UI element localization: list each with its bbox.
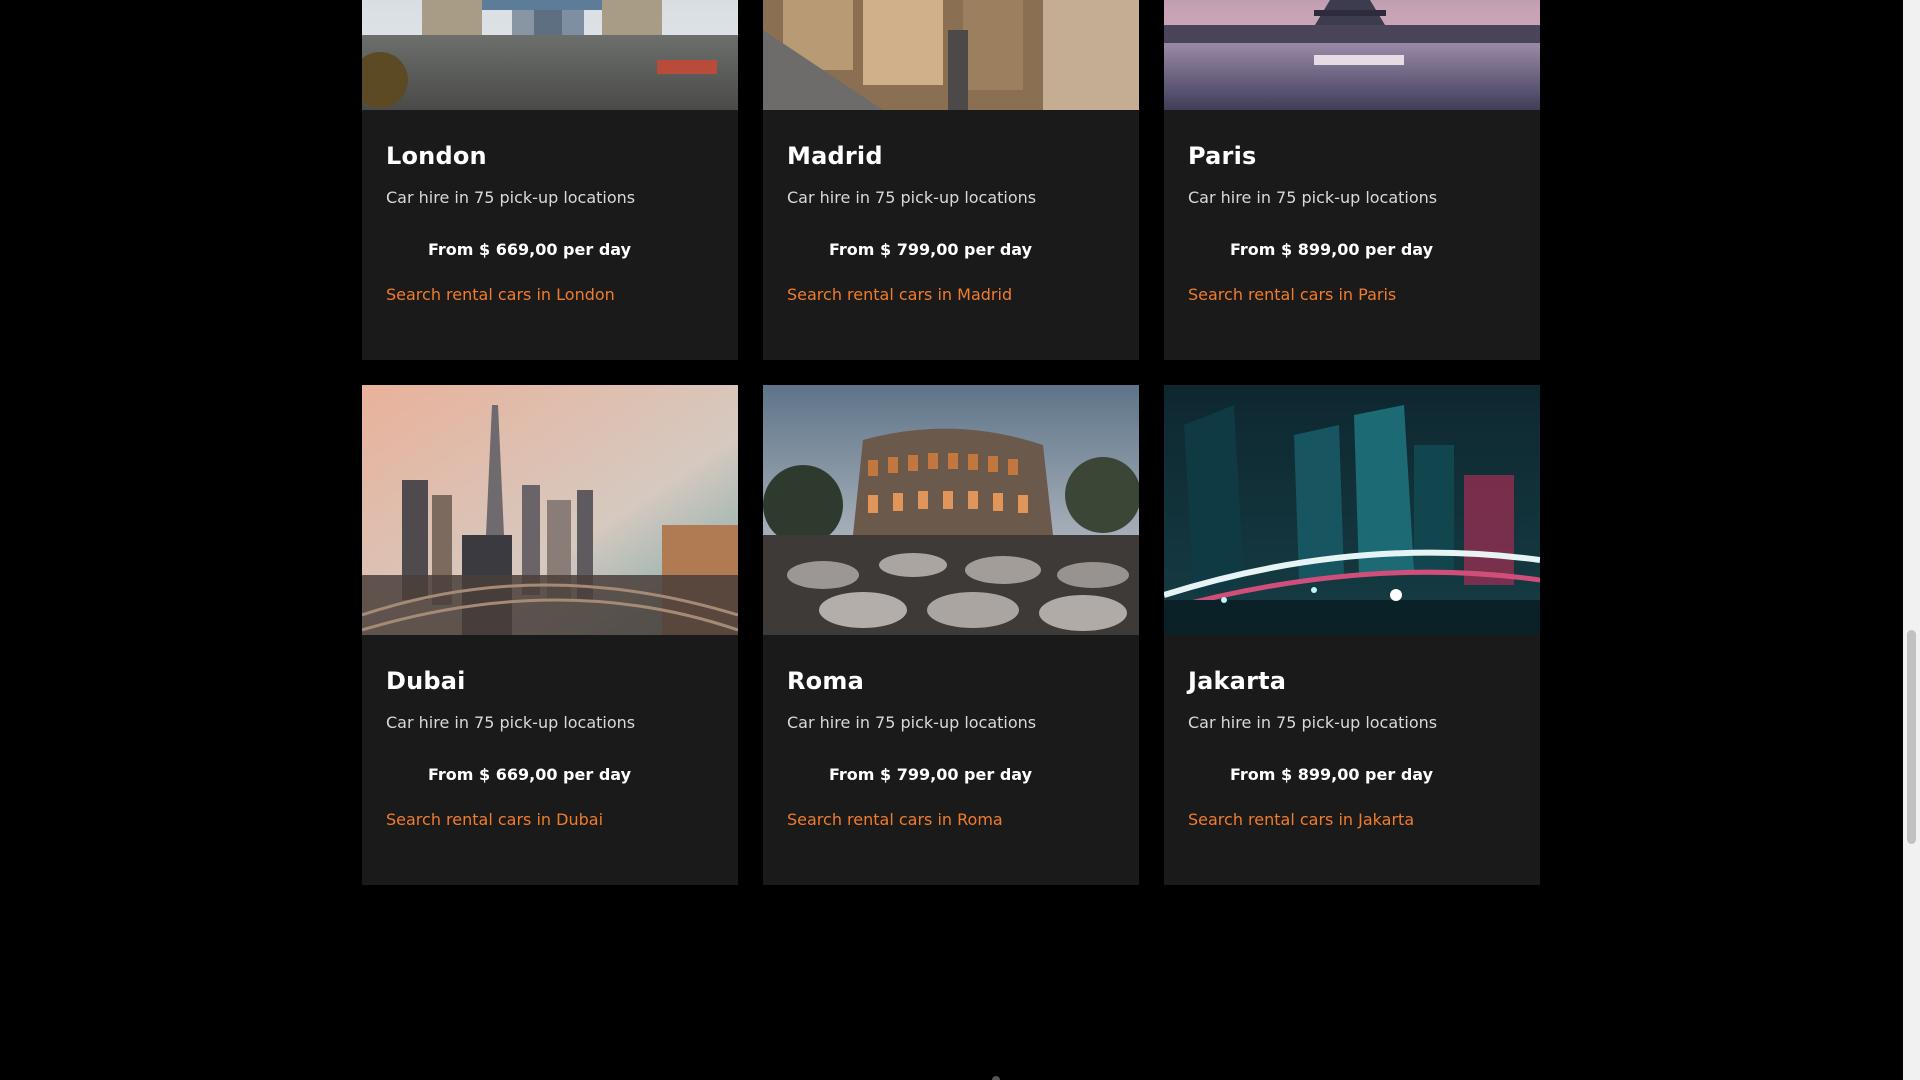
pickup-locations: Car hire in 75 pick-up locations [1188,713,1438,732]
price-per-day: From $ 899,00 per day [1230,240,1433,259]
price-per-day: From $ 669,00 per day [428,765,631,784]
jakarta-night-photo [1164,385,1540,635]
search-rental-link[interactable]: Search rental cars in Paris [1188,285,1396,304]
search-rental-link[interactable]: Search rental cars in Madrid [787,285,1012,304]
card-body: Roma Car hire in 75 pick-up locations Fr… [763,635,1139,885]
pickup-locations: Car hire in 75 pick-up locations [386,713,636,732]
tower-bridge-photo [362,0,738,110]
destination-card-dubai[interactable]: Dubai Car hire in 75 pick-up locations F… [362,385,738,885]
pickup-locations: Car hire in 75 pick-up locations [1188,188,1438,207]
destination-card-london[interactable]: London Car hire in 75 pick-up locations … [362,0,738,360]
pagination-dot [992,1076,1000,1080]
city-name: Roma [787,667,864,695]
scrollbar-thumb[interactable] [1907,630,1916,844]
price-per-day: From $ 799,00 per day [829,240,1032,259]
card-body: Dubai Car hire in 75 pick-up locations F… [362,635,738,885]
price-per-day: From $ 899,00 per day [1230,765,1433,784]
vertical-scrollbar[interactable] [1903,0,1920,1080]
destination-card-madrid[interactable]: Madrid Car hire in 75 pick-up locations … [763,0,1139,360]
price-per-day: From $ 799,00 per day [829,765,1032,784]
dubai-skyline-photo [362,385,738,635]
pickup-locations: Car hire in 75 pick-up locations [787,188,1037,207]
card-body: London Car hire in 75 pick-up locations … [362,110,738,360]
destination-card-jakarta[interactable]: Jakarta Car hire in 75 pick-up locations… [1164,385,1540,885]
city-name: Madrid [787,142,883,170]
city-name: Paris [1188,142,1257,170]
card-body: Paris Car hire in 75 pick-up locations F… [1164,110,1540,360]
card-body: Madrid Car hire in 75 pick-up locations … [763,110,1139,360]
city-name: Jakarta [1188,667,1287,695]
search-rental-link[interactable]: Search rental cars in London [386,285,615,304]
price-per-day: From $ 669,00 per day [428,240,631,259]
city-name: Dubai [386,667,466,695]
colosseum-photo [763,385,1139,635]
search-rental-link[interactable]: Search rental cars in Jakarta [1188,810,1414,829]
destination-grid: London Car hire in 75 pick-up locations … [362,0,1542,885]
pickup-locations: Car hire in 75 pick-up locations [787,713,1037,732]
page: London Car hire in 75 pick-up locations … [0,0,1920,1080]
destination-card-roma[interactable]: Roma Car hire in 75 pick-up locations Fr… [763,385,1139,885]
card-body: Jakarta Car hire in 75 pick-up locations… [1164,635,1540,885]
search-rental-link[interactable]: Search rental cars in Dubai [386,810,603,829]
destination-card-paris[interactable]: Paris Car hire in 75 pick-up locations F… [1164,0,1540,360]
pickup-locations: Car hire in 75 pick-up locations [386,188,636,207]
city-name: London [386,142,487,170]
search-rental-link[interactable]: Search rental cars in Roma [787,810,1003,829]
madrid-cityscape-photo [763,0,1139,110]
eiffel-tower-photo [1164,0,1540,110]
